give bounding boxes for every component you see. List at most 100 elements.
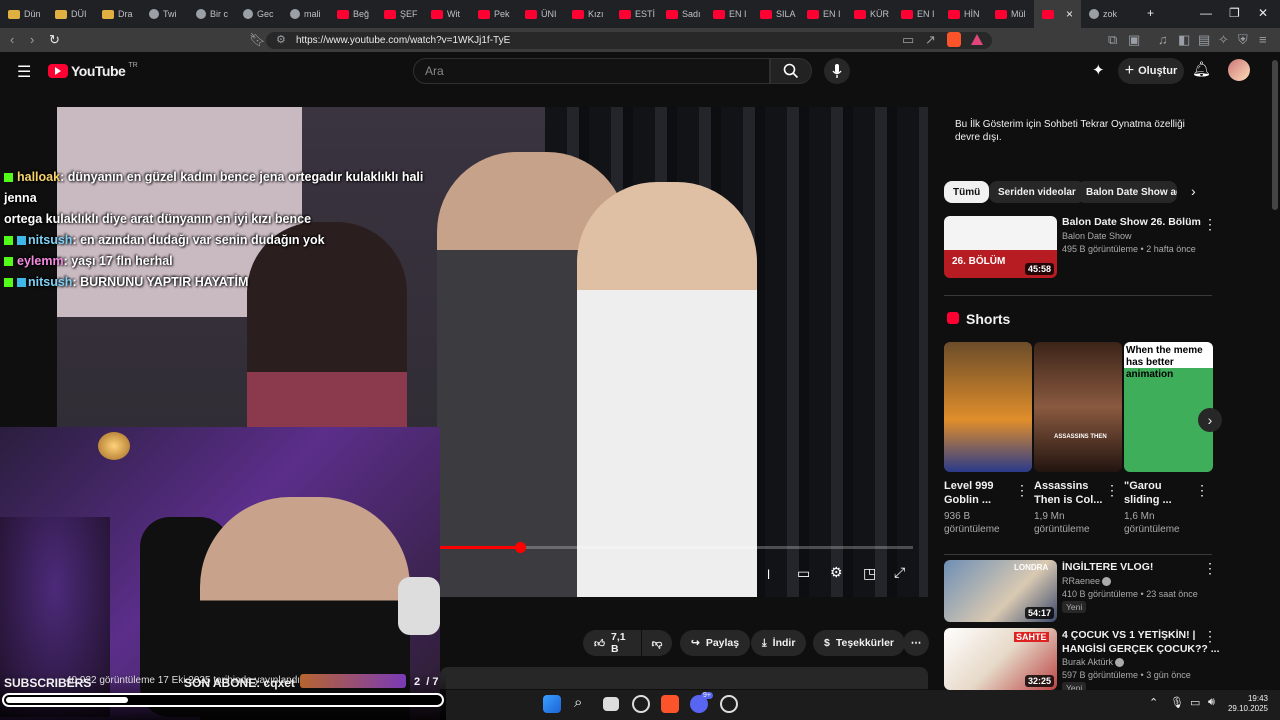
video-title[interactable]: İNGİLTERE VLOG!: [1062, 560, 1153, 574]
page-scrollbar[interactable]: [1272, 60, 1278, 210]
tray-clock[interactable]: 19:43 29.10.2025: [1226, 694, 1268, 714]
chips-next-icon[interactable]: ›: [1191, 183, 1196, 199]
shorts-next-button[interactable]: ›: [1198, 408, 1222, 432]
short-title[interactable]: "Garou sliding ...: [1124, 479, 1172, 507]
chatgpt-app-icon[interactable]: [632, 695, 650, 713]
download-button[interactable]: ⤓ İndir: [751, 630, 807, 656]
new-tab-icon[interactable]: +: [1147, 6, 1154, 20]
minimize-icon[interactable]: —: [1200, 6, 1212, 20]
task-view-icon[interactable]: [603, 697, 619, 711]
url-field[interactable]: https://www.youtube.com/watch?v=1WKJj1f-…: [266, 32, 992, 49]
browser-tab[interactable]: ×: [1034, 0, 1081, 28]
close-window-icon[interactable]: ✕: [1258, 6, 1268, 20]
channel-name[interactable]: Balon Date Show: [1062, 230, 1132, 243]
brave-taskbar-icon[interactable]: [661, 695, 679, 713]
miniplayer-icon[interactable]: ◳: [863, 565, 876, 582]
chip-channel[interactable]: Balon Date Show adlı: [1077, 181, 1177, 203]
leo-icon[interactable]: ✧: [1218, 32, 1229, 48]
search-button[interactable]: [770, 58, 812, 84]
video-title[interactable]: 4 ÇOCUK VS 1 YETİŞKİN! | HANGİSİ GERÇEK Ç…: [1062, 628, 1220, 656]
tray-display-icon[interactable]: ▭: [1190, 696, 1200, 709]
browser-tab[interactable]: HİN: [940, 0, 987, 28]
browser-tab[interactable]: EN I: [705, 0, 752, 28]
browser-tab[interactable]: Pek: [470, 0, 517, 28]
related-video-thumbnail[interactable]: SAHTE 32:25: [944, 628, 1057, 690]
browser-tab[interactable]: Dün: [0, 0, 47, 28]
share-page-icon[interactable]: ↗: [925, 32, 936, 48]
channel-name[interactable]: Burak Aktürk: [1062, 656, 1125, 669]
short-title[interactable]: Level 999 Goblin ...: [944, 479, 994, 507]
browser-tab[interactable]: EN I: [799, 0, 846, 28]
tab-close-icon[interactable]: ×: [1066, 7, 1073, 21]
brave-rewards-icon[interactable]: [971, 34, 983, 45]
video-menu-icon[interactable]: ⋮: [1203, 560, 1217, 577]
browser-tab[interactable]: ŞEF: [376, 0, 423, 28]
share-button[interactable]: ↪ Paylaş: [680, 630, 751, 656]
browser-tab[interactable]: ESTİ: [611, 0, 658, 28]
fullscreen-icon[interactable]: ⤢: [894, 564, 905, 581]
autoplay-toggle-icon[interactable]: ⏽: [763, 566, 774, 583]
browser-tab[interactable]: Kızı: [564, 0, 611, 28]
brave-shields-icon[interactable]: [947, 32, 961, 47]
dislike-button[interactable]: 👎︎: [642, 630, 672, 656]
youtube-logo[interactable]: YouTube TR: [48, 62, 138, 79]
tray-mic-icon[interactable]: 🎙︎: [1170, 696, 1184, 709]
account-avatar[interactable]: [1228, 59, 1250, 81]
tray-overflow-icon[interactable]: ⌃: [1149, 696, 1158, 709]
short-menu-icon[interactable]: ⋮: [1015, 482, 1029, 499]
browser-tab[interactable]: Twi: [141, 0, 188, 28]
short-thumbnail[interactable]: When the meme has better animation: [1124, 342, 1213, 472]
top-video-thumbnail[interactable]: 26. BÖLÜM 45:58: [944, 216, 1057, 278]
settings-gear-icon[interactable]: ⚙: [830, 564, 843, 581]
bookmark-icon[interactable]: 🔖︎: [249, 32, 266, 48]
media-icon[interactable]: ♫: [1158, 32, 1168, 47]
browser-tab[interactable]: Mül: [987, 0, 1034, 28]
reload-icon[interactable]: ↻: [49, 32, 60, 48]
more-actions-button[interactable]: ⋯: [903, 630, 929, 656]
extensions-icon[interactable]: ⧉: [1108, 32, 1117, 48]
short-title[interactable]: Assassins Then is Col...: [1034, 479, 1102, 507]
sidebar-toggle-icon[interactable]: ◧: [1178, 32, 1190, 48]
chip-series[interactable]: Seriden videolar: [989, 181, 1085, 203]
search-input[interactable]: Ara: [413, 58, 770, 84]
browser-tab[interactable]: Dra: [94, 0, 141, 28]
create-button[interactable]: + Oluştur: [1118, 58, 1184, 84]
description-box[interactable]: [440, 667, 928, 689]
shield-icon[interactable]: ⛨: [1238, 32, 1248, 48]
vpn-icon[interactable]: ▤: [1198, 32, 1210, 48]
cast-icon[interactable]: ▭: [902, 32, 914, 48]
video-scrub-handle[interactable]: [515, 542, 526, 553]
browser-tab[interactable]: Beğ: [329, 0, 376, 28]
video-title[interactable]: Balon Date Show 26. Bölüm: [1062, 215, 1201, 229]
windows-start-icon[interactable]: [543, 695, 561, 713]
site-info-icon[interactable]: ⚙: [276, 33, 286, 46]
short-menu-icon[interactable]: ⋮: [1195, 482, 1209, 499]
maximize-icon[interactable]: ❐: [1229, 6, 1240, 20]
thanks-button[interactable]: $ Teşekkürler: [813, 630, 906, 656]
like-button[interactable]: 👍︎ 7,1 B: [583, 630, 641, 656]
back-icon[interactable]: ‹: [10, 32, 14, 47]
forward-icon[interactable]: ›: [30, 32, 34, 47]
browser-tab[interactable]: Bir c: [188, 0, 235, 28]
browser-tab[interactable]: ÜNI: [517, 0, 564, 28]
related-video-thumbnail[interactable]: LONDRA 54:17: [944, 560, 1057, 622]
browser-tab[interactable]: Wit: [423, 0, 470, 28]
wallet-icon[interactable]: ▣: [1128, 32, 1140, 48]
video-menu-icon[interactable]: ⋮: [1203, 628, 1217, 645]
browser-tab[interactable]: zok: [1081, 0, 1141, 28]
short-menu-icon[interactable]: ⋮: [1105, 482, 1119, 499]
browser-tab[interactable]: EN I: [893, 0, 940, 28]
channel-name[interactable]: RRaenee: [1062, 575, 1112, 588]
taskbar-search-icon[interactable]: ⌕: [574, 694, 582, 711]
notifications-bell-icon[interactable]: 🔔︎: [1192, 60, 1211, 78]
voice-search-button[interactable]: [824, 58, 850, 84]
video-menu-icon[interactable]: ⋮: [1203, 216, 1217, 233]
browser-tab[interactable]: DÜI: [47, 0, 94, 28]
browser-tab[interactable]: Sadı: [658, 0, 705, 28]
browser-tab[interactable]: KÜR: [846, 0, 893, 28]
hamburger-menu-icon[interactable]: ☰: [17, 62, 31, 82]
steam-taskbar-icon[interactable]: [720, 695, 738, 713]
short-thumbnail[interactable]: ASSASSINS THEN: [1034, 342, 1122, 472]
tray-volume-icon[interactable]: 🔊︎: [1208, 696, 1215, 709]
browser-tab[interactable]: mali: [282, 0, 329, 28]
